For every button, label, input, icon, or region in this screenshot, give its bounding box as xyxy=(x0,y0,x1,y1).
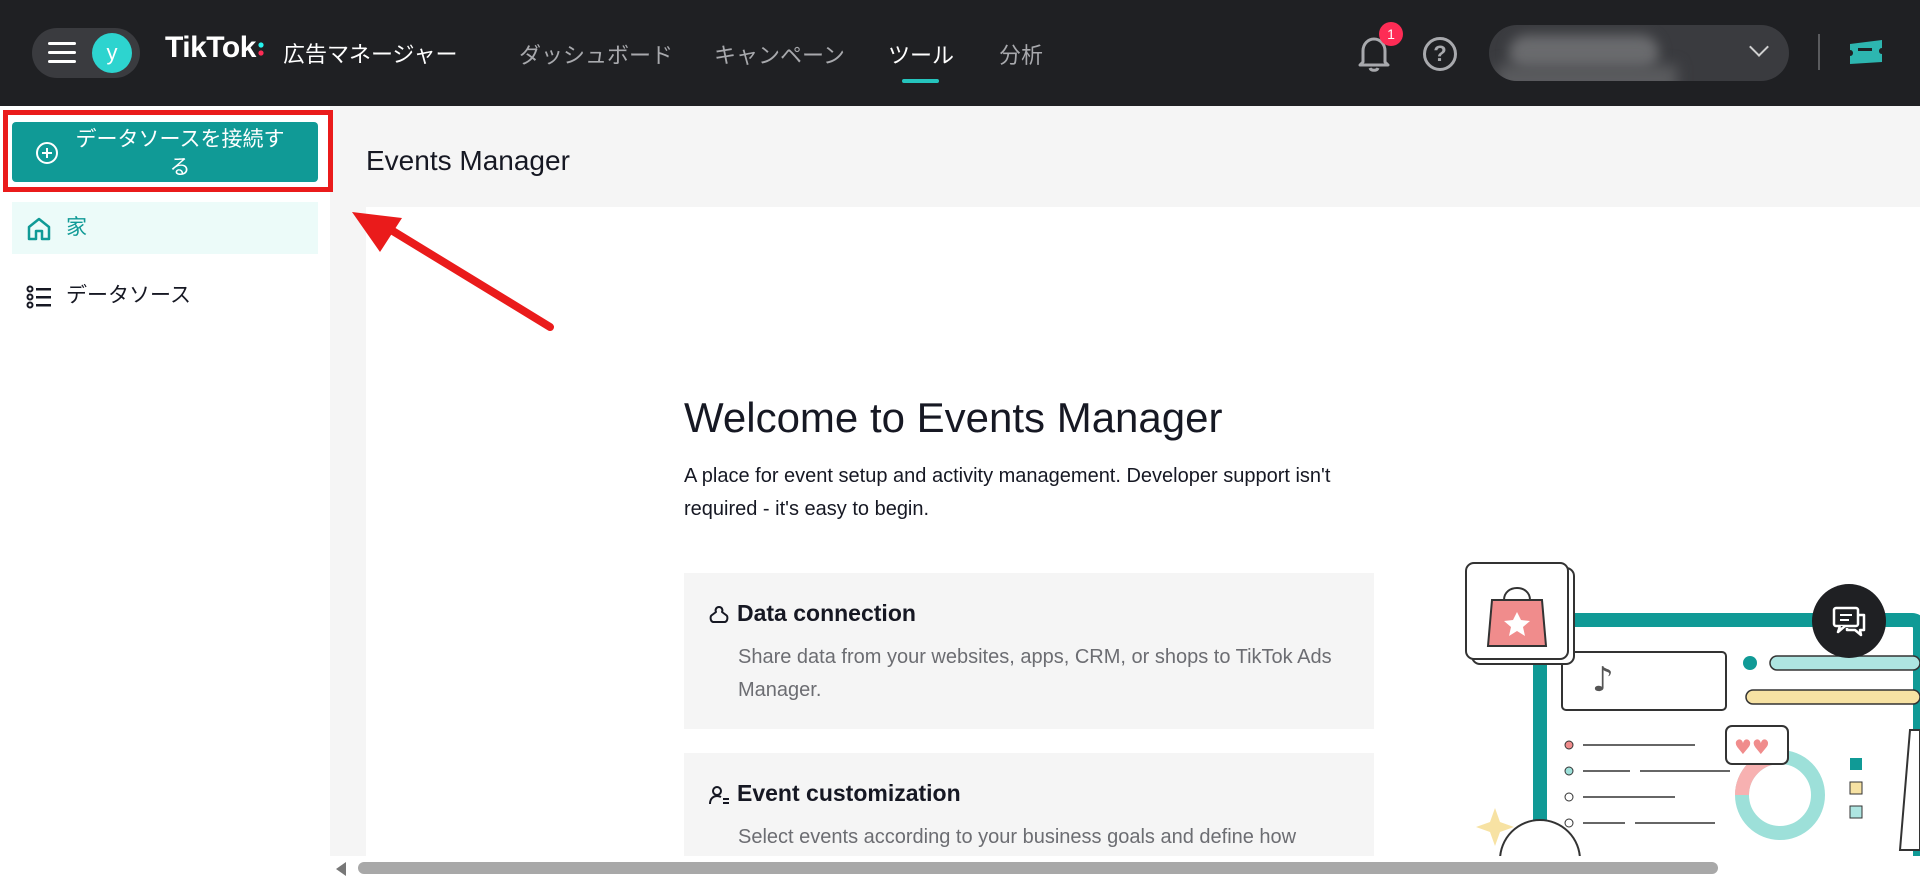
annotation-arrow-icon xyxy=(352,212,554,331)
feature-title: Event customization xyxy=(737,780,961,806)
logo-subtitle: 広告マネージャー xyxy=(283,42,458,67)
feature-title: Data connection xyxy=(737,600,916,626)
notification-badge: 1 xyxy=(1379,22,1403,46)
sidebar-item-data-sources[interactable]: データソース xyxy=(12,270,318,322)
welcome-subtitle: A place for event setup and activity man… xyxy=(684,465,1331,520)
scroll-left-arrow-icon[interactable] xyxy=(336,862,346,876)
feature-data-connection: Data connection Share data from your web… xyxy=(684,573,1374,729)
top-bar: y TikTok 広告マネージャー ダッシュボード キャンペーン ツール 分析 … xyxy=(0,0,1920,106)
logo-text: TikTok xyxy=(165,31,256,64)
divider xyxy=(1818,34,1820,70)
active-tab-indicator xyxy=(902,79,939,83)
sidebar-item-label: データソース xyxy=(66,284,191,307)
feature-description: Select events according to your business… xyxy=(738,826,1297,848)
account-switcher[interactable] xyxy=(1489,25,1789,81)
nav-analytics[interactable]: 分析 xyxy=(999,38,1043,70)
feature-event-customization: Event customization Select events accord… xyxy=(684,753,1374,863)
sidebar-item-label: 家 xyxy=(66,216,87,239)
avatar[interactable]: y xyxy=(92,33,132,73)
svg-text:♥♥: ♥♥ xyxy=(1734,735,1770,759)
horizontal-scrollbar-thumb[interactable] xyxy=(358,862,1718,874)
annotation-highlight-box xyxy=(3,110,333,192)
data-connection-icon xyxy=(709,606,729,623)
chat-support-button[interactable] xyxy=(1812,584,1886,658)
list-icon xyxy=(26,285,51,309)
page-title: Events Manager xyxy=(366,145,570,176)
tiktok-logo[interactable]: TikTok xyxy=(165,31,266,65)
person-settings-icon xyxy=(709,786,729,805)
home-icon xyxy=(27,217,51,241)
svg-text:♪: ♪ xyxy=(1592,660,1614,700)
logo-colon-icon xyxy=(258,42,264,56)
nav-campaign[interactable]: キャンペーン xyxy=(714,38,845,70)
welcome-title: Welcome to Events Manager xyxy=(684,394,1223,441)
help-icon[interactable]: ? xyxy=(1423,37,1457,71)
account-id-redacted xyxy=(1497,65,1677,81)
ticket-icon[interactable] xyxy=(1848,38,1884,66)
nav-dashboard[interactable]: ダッシュボード xyxy=(519,38,673,70)
chat-icon xyxy=(1832,606,1866,637)
nav-tools[interactable]: ツール xyxy=(888,38,954,70)
menu-toggle[interactable]: y xyxy=(32,28,140,78)
sidebar-item-home[interactable]: 家 xyxy=(12,202,318,254)
hamburger-icon[interactable] xyxy=(48,42,76,64)
feature-description: Share data from your websites, apps, CRM… xyxy=(738,646,1332,701)
sidebar: データソースを接続する 家 データソース xyxy=(0,106,330,878)
